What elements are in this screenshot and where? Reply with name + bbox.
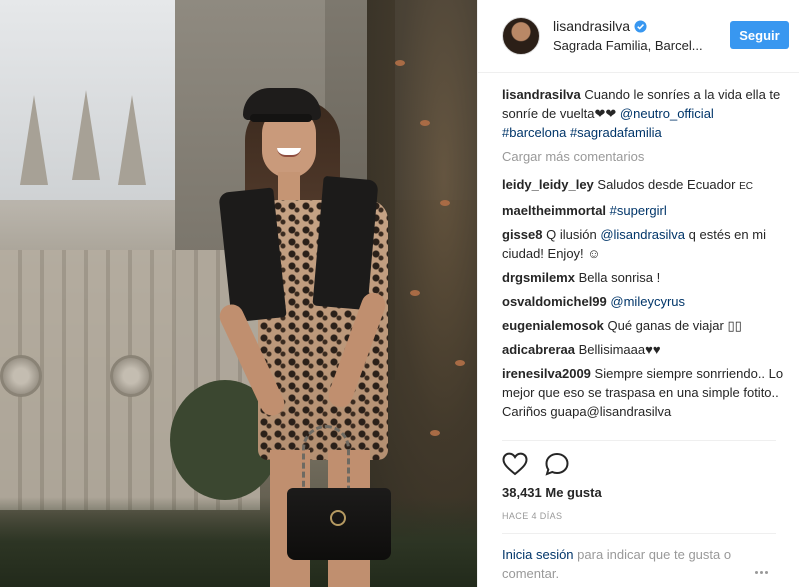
comment-username[interactable]: irenesilva2009 bbox=[502, 366, 591, 381]
comment-item: leidy_leidy_ley Saludos desde Ecuador EC bbox=[502, 175, 792, 196]
comment-username[interactable]: osvaldomichel99 bbox=[502, 294, 607, 309]
comment-hashtag[interactable]: #supergirl bbox=[610, 203, 667, 218]
load-more-comments[interactable]: Cargar más comentarios bbox=[502, 147, 792, 166]
comment-text: Saludos desde Ecuador bbox=[597, 177, 740, 192]
photo-person bbox=[0, 0, 477, 587]
comment-item: adicabreraa Bellisimaaa♥♥ bbox=[502, 340, 792, 359]
comment-text: Qué ganas de viajar ▯▯ bbox=[607, 318, 742, 333]
post-photo[interactable] bbox=[0, 0, 477, 587]
caption-mention[interactable]: @neutro_official bbox=[620, 106, 714, 121]
divider bbox=[502, 533, 776, 534]
caption-hashtags[interactable]: #barcelona #sagradafamilia bbox=[502, 123, 792, 142]
heart-icon[interactable] bbox=[502, 452, 528, 476]
instagram-post: lisandrasilva Sagrada Familia, Barcel...… bbox=[0, 0, 799, 587]
bag-clasp bbox=[330, 510, 346, 526]
post-details-panel: lisandrasilva Sagrada Familia, Barcel...… bbox=[477, 0, 799, 587]
divider bbox=[502, 440, 776, 441]
avatar[interactable] bbox=[502, 17, 540, 55]
header-username[interactable]: lisandrasilva bbox=[553, 17, 630, 36]
comment-flag: EC bbox=[739, 181, 753, 192]
comment-item: irenesilva2009 Siempre siempre sonrriend… bbox=[502, 364, 792, 421]
username-row: lisandrasilva bbox=[553, 17, 713, 36]
post-timestamp[interactable]: HACE 4 DÍAS bbox=[502, 511, 562, 521]
comment-text: Q ilusión bbox=[546, 227, 601, 242]
verified-badge-icon bbox=[634, 20, 647, 33]
more-dot bbox=[755, 571, 758, 574]
person-neck bbox=[278, 172, 300, 202]
post-header: lisandrasilva Sagrada Familia, Barcel...… bbox=[478, 0, 799, 73]
more-dot bbox=[765, 571, 768, 574]
follow-button[interactable]: Seguir bbox=[730, 21, 789, 49]
comment-bubble-icon[interactable] bbox=[544, 452, 570, 476]
comment-item: gisse8 Q ilusión @lisandrasilva q estés … bbox=[502, 225, 792, 263]
login-prompt: Inicia sesión para indicar que te gusta … bbox=[502, 545, 772, 583]
person-vest-right bbox=[312, 175, 379, 311]
login-link[interactable]: Inicia sesión bbox=[502, 547, 574, 562]
comment-username[interactable]: eugenialemosok bbox=[502, 318, 604, 333]
comment-username[interactable]: adicabreraa bbox=[502, 342, 575, 357]
comment-username[interactable]: maeltheimmortal bbox=[502, 203, 606, 218]
more-dot bbox=[760, 571, 763, 574]
comments-list: lisandrasilva Cuando le sonríes a la vid… bbox=[502, 85, 792, 426]
comment-username[interactable]: gisse8 bbox=[502, 227, 542, 242]
action-bar bbox=[502, 452, 586, 476]
caption: lisandrasilva Cuando le sonríes a la vid… bbox=[502, 85, 792, 142]
person-cap-brim bbox=[250, 114, 312, 122]
comment-item: drgsmilemx Bella sonrisa ! bbox=[502, 268, 792, 287]
more-options-icon[interactable] bbox=[755, 562, 775, 574]
caption-username[interactable]: lisandrasilva bbox=[502, 87, 581, 102]
comment-text: Bella sonrisa ! bbox=[578, 270, 661, 285]
header-text: lisandrasilva Sagrada Familia, Barcel... bbox=[553, 17, 713, 55]
bag-strap bbox=[302, 425, 350, 495]
comment-username[interactable]: drgsmilemx bbox=[502, 270, 575, 285]
comment-username[interactable]: leidy_leidy_ley bbox=[502, 177, 594, 192]
comment-mention[interactable]: @mileycyrus bbox=[610, 294, 685, 309]
likes-count[interactable]: 38,431 Me gusta bbox=[502, 485, 602, 500]
comment-item: eugenialemosok Qué ganas de viajar ▯▯ bbox=[502, 316, 792, 335]
comment-mention[interactable]: @lisandrasilva bbox=[600, 227, 685, 242]
location-link[interactable]: Sagrada Familia, Barcel... bbox=[553, 36, 713, 55]
comment-text: Bellisimaaa♥♥ bbox=[578, 342, 661, 357]
comment-item: maeltheimmortal #supergirl bbox=[502, 201, 792, 220]
comment-item: osvaldomichel99 @mileycyrus bbox=[502, 292, 792, 311]
